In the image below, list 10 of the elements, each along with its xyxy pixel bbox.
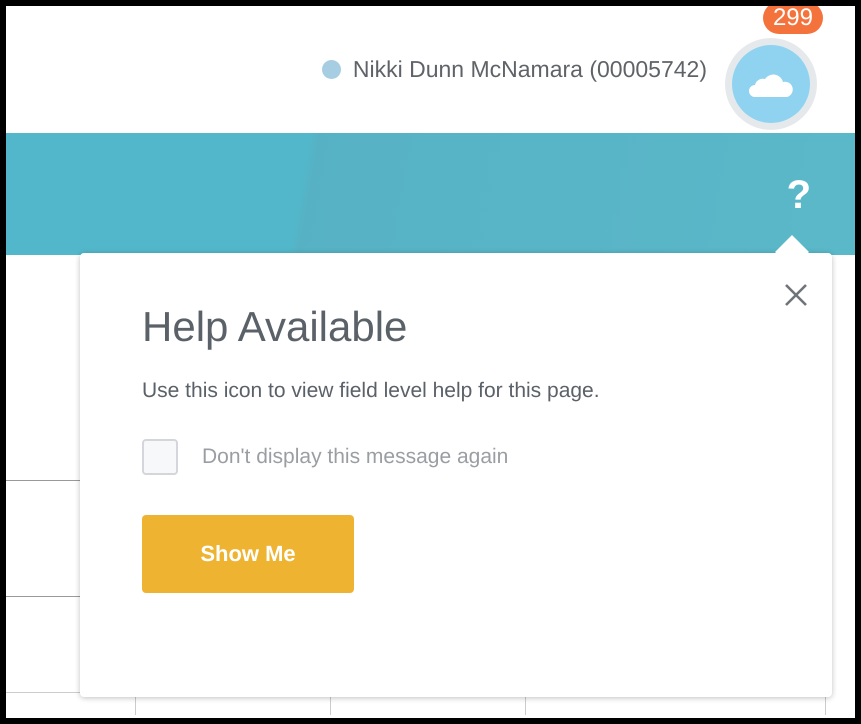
close-icon[interactable] xyxy=(784,283,808,307)
status-dot xyxy=(322,60,341,79)
user-name: Nikki Dunn McNamara (00005742) xyxy=(352,56,707,83)
help-message: Use this icon to view field level help for this page. xyxy=(142,379,601,403)
notification-badge: 299 xyxy=(762,6,823,34)
checkbox[interactable] xyxy=(142,439,178,475)
show-me-button[interactable]: Show Me xyxy=(142,515,354,593)
checkbox-label: Don't display this message again xyxy=(202,445,508,469)
help-icon[interactable]: ? xyxy=(786,173,811,218)
popover-title: Help Available xyxy=(142,303,408,351)
